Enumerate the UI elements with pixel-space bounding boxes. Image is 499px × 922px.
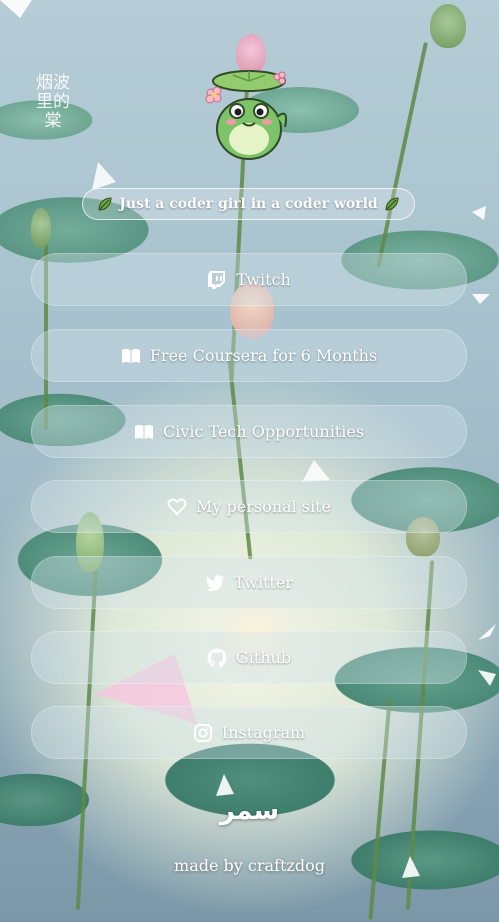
twitch-link-button[interactable]: Twitch [31, 253, 467, 306]
footer-credit: made by craftzdog [174, 856, 325, 875]
civic-tech-link-label: Civic Tech Opportunities [162, 422, 365, 441]
twitter-link-button[interactable]: Twitter [31, 556, 467, 609]
github-link-label: Github [235, 648, 292, 667]
github-link-button[interactable]: Github [31, 631, 467, 684]
instagram-icon [193, 723, 212, 742]
paper-shard-decoration [0, 0, 32, 18]
tagline-text: Just a coder girl in a coder world [119, 196, 378, 212]
paper-shard-decoration [478, 624, 496, 686]
frog-avatar [205, 70, 287, 160]
twitch-icon [208, 270, 226, 289]
coursera-link-label: Free Coursera for 6 Months [149, 346, 378, 365]
book-icon [134, 424, 153, 439]
github-icon [207, 648, 227, 667]
book-icon [121, 348, 140, 363]
tagline-pill: Just a coder girl in a coder world [82, 188, 415, 220]
footer-name: سمر [219, 796, 280, 826]
heart-icon [167, 498, 187, 515]
twitter-link-label: Twitter [234, 573, 293, 592]
instagram-link-button[interactable]: Instagram [31, 706, 467, 759]
personal-site-link-button[interactable]: My personal site [31, 480, 467, 533]
personal-site-link-label: My personal site [196, 497, 331, 516]
instagram-link-label: Instagram [221, 723, 306, 742]
paper-shard-decoration [472, 294, 490, 304]
twitch-link-label: Twitch [236, 270, 291, 289]
paper-shard-decoration [472, 206, 486, 220]
leaf-icon [98, 197, 112, 211]
coursera-link-button[interactable]: Free Coursera for 6 Months [31, 329, 467, 382]
civic-tech-link-button[interactable]: Civic Tech Opportunities [31, 405, 467, 458]
calligraphy-logo: 烟波里的棠 [36, 73, 70, 131]
leaf-icon [385, 197, 399, 211]
twitter-icon [206, 574, 225, 591]
